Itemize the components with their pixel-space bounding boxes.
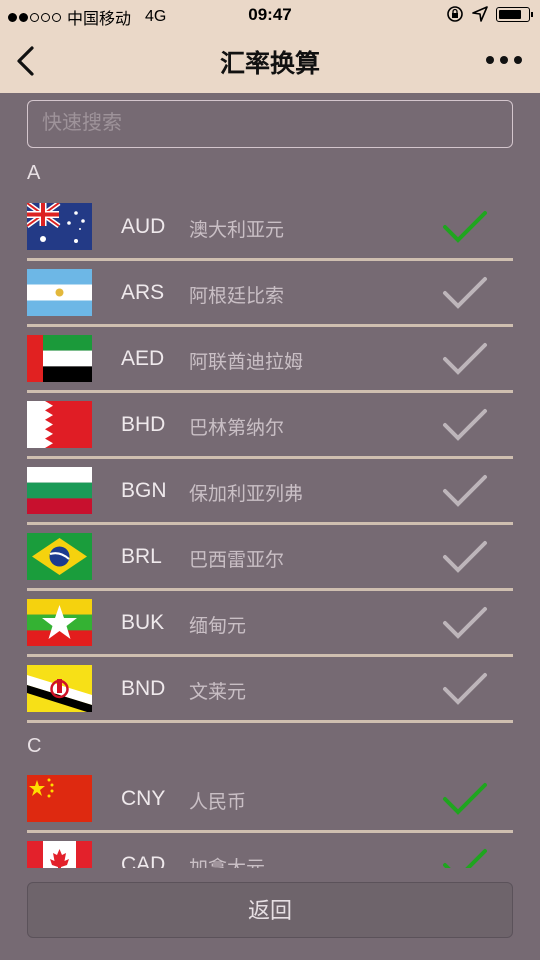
section-header-c: C xyxy=(27,735,42,757)
currency-name: 文莱元 xyxy=(189,682,247,703)
currency-row-ars[interactable]: ARS 阿根廷比索 xyxy=(0,261,540,327)
currency-code: ARS xyxy=(121,281,165,304)
bulgaria-flag-icon xyxy=(27,467,92,514)
currency-row-bhd[interactable]: BHD 巴林第纳尔 xyxy=(0,393,540,459)
currency-row-cny[interactable]: CNY 人民币 xyxy=(0,767,540,833)
navigation-bar: 汇率换算 xyxy=(0,30,540,93)
checkmark-icon[interactable] xyxy=(441,537,489,577)
currency-code: BND xyxy=(121,677,166,700)
currency-code: AED xyxy=(121,347,165,370)
argentina-flag-icon xyxy=(27,269,92,316)
checkmark-selected-icon[interactable] xyxy=(441,207,489,247)
currency-code: BRL xyxy=(121,545,162,568)
checkmark-icon[interactable] xyxy=(441,273,489,313)
currency-row-bgn[interactable]: BGN 保加利亚列弗 xyxy=(0,459,540,525)
status-bar: 中国移动 4G 09:47 xyxy=(0,0,540,30)
currency-name: 保加利亚列弗 xyxy=(189,484,304,505)
bottom-bar: 返回 xyxy=(0,868,540,960)
screen: 中国移动 4G 09:47 汇率换算 快速搜索 A AUD 澳大利亚元 ARS … xyxy=(0,0,540,960)
more-options-icon[interactable] xyxy=(486,56,522,64)
checkmark-icon[interactable] xyxy=(441,669,489,709)
china-flag-icon xyxy=(27,775,92,822)
row-divider xyxy=(27,720,513,723)
currency-name: 人民币 xyxy=(189,792,247,813)
australia-flag-icon xyxy=(27,203,92,250)
checkmark-selected-icon[interactable] xyxy=(441,779,489,819)
page-title: 汇率换算 xyxy=(219,50,320,78)
checkmark-icon[interactable] xyxy=(441,603,489,643)
brunei-flag-icon xyxy=(27,665,92,712)
currency-code: AUD xyxy=(121,215,166,238)
checkmark-icon[interactable] xyxy=(441,471,489,511)
currency-row-bnd[interactable]: BND 文莱元 xyxy=(0,657,540,723)
currency-name: 巴西雷亚尔 xyxy=(189,550,285,571)
currency-name: 缅甸元 xyxy=(189,616,247,637)
return-button[interactable]: 返回 xyxy=(27,882,513,938)
battery-icon xyxy=(496,6,533,22)
currency-name: 巴林第纳尔 xyxy=(189,418,285,439)
status-right xyxy=(446,5,533,23)
search-input[interactable]: 快速搜索 xyxy=(27,100,513,148)
orientation-lock-icon xyxy=(447,6,463,22)
currency-row-brl[interactable]: BRL 巴西雷亚尔 xyxy=(0,525,540,591)
brazil-flag-icon xyxy=(27,533,92,580)
location-icon xyxy=(472,6,488,22)
currency-row-aed[interactable]: AED 阿联酋迪拉姆 xyxy=(0,327,540,393)
top-bar: 中国移动 4G 09:47 汇率换算 xyxy=(0,0,540,93)
currency-code: BUK xyxy=(121,611,165,634)
currency-code: BGN xyxy=(121,479,167,502)
currency-row-buk[interactable]: BUK 缅甸元 xyxy=(0,591,540,657)
currency-name: 阿根廷比索 xyxy=(189,286,285,307)
myanmar-flag-icon xyxy=(27,599,92,646)
uae-flag-icon xyxy=(27,335,92,382)
bahrain-flag-icon xyxy=(27,401,92,448)
checkmark-icon[interactable] xyxy=(441,339,489,379)
checkmark-icon[interactable] xyxy=(441,405,489,445)
currency-name: 阿联酋迪拉姆 xyxy=(189,352,304,373)
currency-code: BHD xyxy=(121,413,166,436)
currency-name: 澳大利亚元 xyxy=(189,220,285,241)
section-header-a: A xyxy=(27,162,41,184)
currency-row-aud[interactable]: AUD 澳大利亚元 xyxy=(0,195,540,261)
currency-code: CNY xyxy=(121,787,166,810)
